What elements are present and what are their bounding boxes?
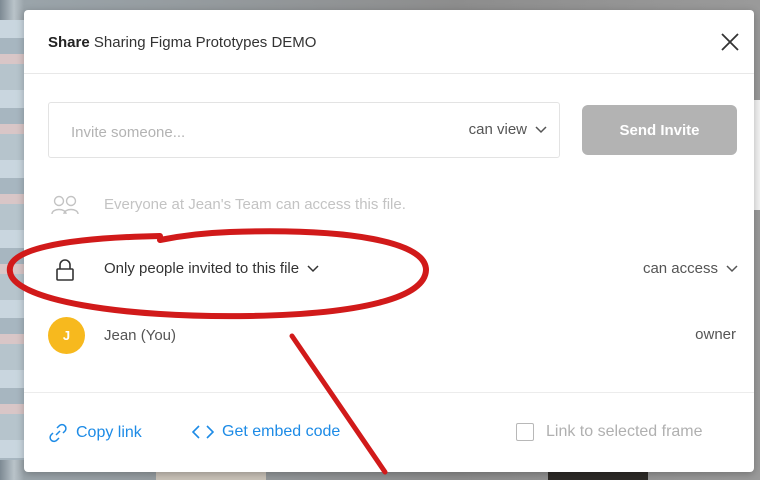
embed-code-label: Get embed code	[222, 423, 341, 440]
member-role: owner	[695, 326, 736, 343]
team-access-text: Everyone at Jean's Team can access this …	[104, 196, 406, 213]
embed-code-button[interactable]: Get embed code	[192, 423, 340, 441]
close-button[interactable]	[718, 30, 742, 54]
link-frame-label: Link to selected frame	[546, 423, 703, 440]
access-scope-label: Only people invited to this file	[104, 260, 300, 277]
title-share-label: Share	[48, 34, 90, 51]
dialog-title: Share Sharing Figma Prototypes DEMO	[48, 34, 316, 51]
chevron-down-icon	[726, 264, 738, 272]
member-row: J Jean (You) owner	[24, 314, 754, 354]
background-thumbnail-strip	[0, 20, 24, 460]
lock-icon	[56, 259, 74, 281]
code-icon	[192, 425, 214, 439]
access-scope-dropdown[interactable]: Only people invited to this file	[104, 260, 319, 277]
chevron-down-icon	[535, 125, 547, 133]
access-permission-dropdown[interactable]: can access	[643, 260, 738, 277]
avatar: J	[48, 317, 85, 354]
invite-permission-dropdown[interactable]: can view	[469, 121, 547, 138]
dialog-footer: Copy link Get embed code Link to selecte…	[24, 392, 754, 472]
link-frame-option[interactable]: Link to selected frame	[516, 423, 703, 441]
copy-link-label: Copy link	[76, 424, 142, 441]
access-permission-label: can access	[642, 260, 718, 277]
team-access-row: Everyone at Jean's Team can access this …	[24, 186, 754, 226]
checkbox-icon[interactable]	[516, 423, 534, 441]
team-icon	[51, 195, 79, 215]
title-file-name: Sharing Figma Prototypes DEMO	[93, 34, 317, 51]
close-icon	[721, 33, 739, 51]
link-icon	[49, 423, 67, 443]
dialog-header: Share Sharing Figma Prototypes DEMO	[24, 10, 754, 74]
share-dialog: Share Sharing Figma Prototypes DEMO can …	[24, 10, 754, 472]
send-invite-button[interactable]: Send Invite	[582, 105, 737, 155]
member-name: Jean (You)	[104, 327, 176, 344]
file-access-row: Only people invited to this file can acc…	[24, 250, 754, 290]
chevron-down-icon	[307, 264, 319, 272]
copy-link-button[interactable]: Copy link	[48, 423, 142, 443]
invite-field-container: can view	[48, 102, 560, 158]
invite-permission-label: can view	[468, 121, 527, 138]
invite-input[interactable]	[69, 120, 403, 144]
